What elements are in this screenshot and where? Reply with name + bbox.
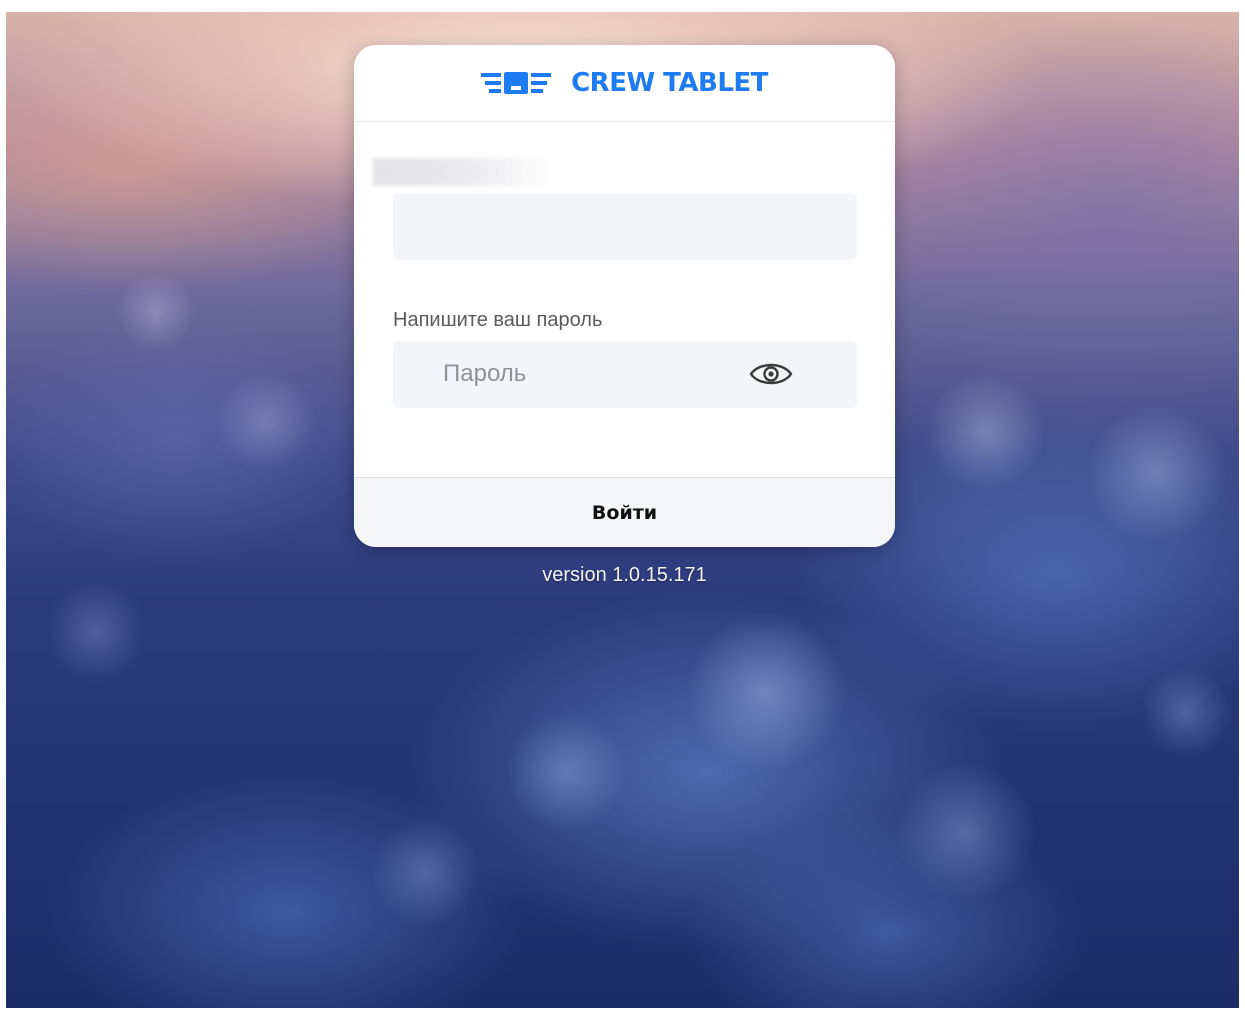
crew-tablet-logo-icon (481, 72, 552, 94)
version-text: version 1.0.15.171 (542, 564, 707, 586)
login-label (373, 158, 553, 186)
login-button[interactable]: Войти (354, 477, 895, 547)
login-card: CREW TABLET Напишите ваш пароль Пароль В… (354, 45, 895, 547)
login-button-label: Войти (591, 502, 658, 524)
login-screen: CREW TABLET Напишите ваш пароль Пароль В… (6, 12, 1239, 1008)
password-input[interactable]: Пароль (393, 341, 857, 408)
password-label: Напишите ваш пароль (393, 309, 603, 331)
password-placeholder: Пароль (443, 360, 527, 387)
brand-name: CREW TABLET (571, 68, 768, 98)
eye-icon[interactable] (749, 360, 793, 388)
login-input[interactable] (393, 193, 857, 260)
card-header: CREW TABLET (354, 45, 895, 122)
